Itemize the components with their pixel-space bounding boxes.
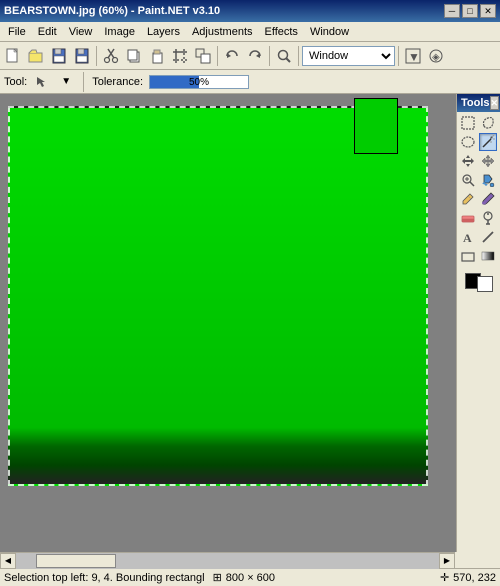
tool-gradient[interactable] xyxy=(479,247,497,265)
crop-button[interactable] xyxy=(169,45,191,67)
menu-view[interactable]: View xyxy=(63,24,99,40)
tolerance-control[interactable]: 50% xyxy=(149,75,249,89)
menu-adjustments[interactable]: Adjustments xyxy=(186,24,259,40)
tools-panel-title: Tools ✕ xyxy=(457,94,500,112)
menu-file[interactable]: File xyxy=(2,24,32,40)
menu-layers[interactable]: Layers xyxy=(141,24,186,40)
copy-button[interactable] xyxy=(123,45,145,67)
resize-button[interactable] xyxy=(192,45,214,67)
tool-clone[interactable] xyxy=(479,209,497,227)
tool-eraser[interactable] xyxy=(459,209,477,227)
menu-window[interactable]: Window xyxy=(304,24,355,40)
tool-zoom[interactable] xyxy=(459,171,477,189)
canvas-container[interactable] xyxy=(0,94,456,552)
tool-rect-select[interactable] xyxy=(459,114,477,132)
maximize-button[interactable]: □ xyxy=(462,4,478,18)
status-selection: Selection top left: 9, 4. Bounding recta… xyxy=(4,572,205,584)
status-dimensions: 800 × 600 xyxy=(226,572,275,584)
save-button[interactable] xyxy=(48,45,70,67)
window-select[interactable]: Window Fit to Window Actual Size xyxy=(302,46,395,66)
svg-text:◈: ◈ xyxy=(432,52,440,63)
zoom-tool-button[interactable] xyxy=(273,45,295,67)
status-bar: Selection top left: 9, 4. Bounding recta… xyxy=(0,568,500,586)
background-color[interactable] xyxy=(477,276,493,292)
svg-text:▼: ▼ xyxy=(408,50,420,64)
tool-move-selection[interactable] xyxy=(459,152,477,170)
tolerance-value: 50% xyxy=(150,77,248,88)
svg-text:A: A xyxy=(463,231,472,244)
window-controls: ─ □ ✕ xyxy=(444,4,496,18)
canvas-image[interactable] xyxy=(8,106,428,486)
tools-grid: A xyxy=(457,112,500,267)
tool-lasso[interactable] xyxy=(479,114,497,132)
color-extra-2[interactable]: ◈ xyxy=(425,45,447,67)
tool-options-bar: Tool: ▼ Tolerance: 50% xyxy=(0,70,500,94)
open-button[interactable] xyxy=(25,45,47,67)
menu-bar: File Edit View Image Layers Adjustments … xyxy=(0,22,500,42)
tool-shapes[interactable] xyxy=(459,247,477,265)
status-dimensions-icon: ⊞ xyxy=(213,571,222,584)
new-button[interactable] xyxy=(2,45,24,67)
menu-image[interactable]: Image xyxy=(98,24,141,40)
tool-brush[interactable] xyxy=(479,190,497,208)
tool-move[interactable] xyxy=(479,152,497,170)
scroll-right[interactable]: ▶ xyxy=(439,553,455,569)
tolerance-progress[interactable]: 50% xyxy=(149,75,249,89)
window-title: BEARSTOWN.jpg (60%) - Paint.NET v3.10 xyxy=(4,5,220,17)
tools-close-button[interactable]: ✕ xyxy=(490,96,500,110)
tolerance-label: Tolerance: xyxy=(92,76,143,88)
tool-label: Tool: xyxy=(4,76,27,88)
minimize-button[interactable]: ─ xyxy=(444,4,460,18)
paste-button[interactable] xyxy=(146,45,168,67)
tool-ellipse-select[interactable] xyxy=(459,133,477,151)
cut-button[interactable] xyxy=(100,45,122,67)
redo-button[interactable] xyxy=(244,45,266,67)
color-extra-1[interactable]: ▼ xyxy=(402,45,424,67)
title-bar: BEARSTOWN.jpg (60%) - Paint.NET v3.10 ─ … xyxy=(0,0,500,22)
menu-edit[interactable]: Edit xyxy=(32,24,63,40)
toolbar-sep-1 xyxy=(96,46,97,66)
status-cursor-icon: ✛ xyxy=(440,571,449,584)
main-area: Tools ✕ xyxy=(0,94,500,552)
scroll-track-h[interactable] xyxy=(16,553,439,569)
save-as-button[interactable]: * xyxy=(71,45,93,67)
toolbar-sep-2 xyxy=(217,46,218,66)
tool-dropdown[interactable]: ▼ xyxy=(57,73,75,91)
scroll-thumb-h[interactable] xyxy=(36,554,116,568)
close-button[interactable]: ✕ xyxy=(480,4,496,18)
undo-button[interactable] xyxy=(221,45,243,67)
tool-magic-wand[interactable] xyxy=(479,133,497,151)
toolbar: * Window Fit to Window Actual Size ▼ xyxy=(0,42,500,70)
tool-text[interactable]: A xyxy=(459,228,477,246)
tools-panel: Tools ✕ xyxy=(456,94,500,552)
tool-sep-1 xyxy=(83,72,84,92)
tool-selector[interactable] xyxy=(33,73,51,91)
scroll-left[interactable]: ◀ xyxy=(0,553,16,569)
toolbar-sep-5 xyxy=(398,46,399,66)
toolbar-sep-4 xyxy=(298,46,299,66)
toolbar-sep-3 xyxy=(269,46,270,66)
tool-paint-bucket[interactable] xyxy=(479,171,497,189)
tool-line[interactable] xyxy=(479,228,497,246)
horizontal-scrollbar[interactable]: ◀ ▶ xyxy=(0,552,455,568)
menu-effects[interactable]: Effects xyxy=(259,24,304,40)
status-cursor: 570, 232 xyxy=(453,572,496,584)
tool-pencil[interactable] xyxy=(459,190,477,208)
thumbnail xyxy=(354,98,398,154)
